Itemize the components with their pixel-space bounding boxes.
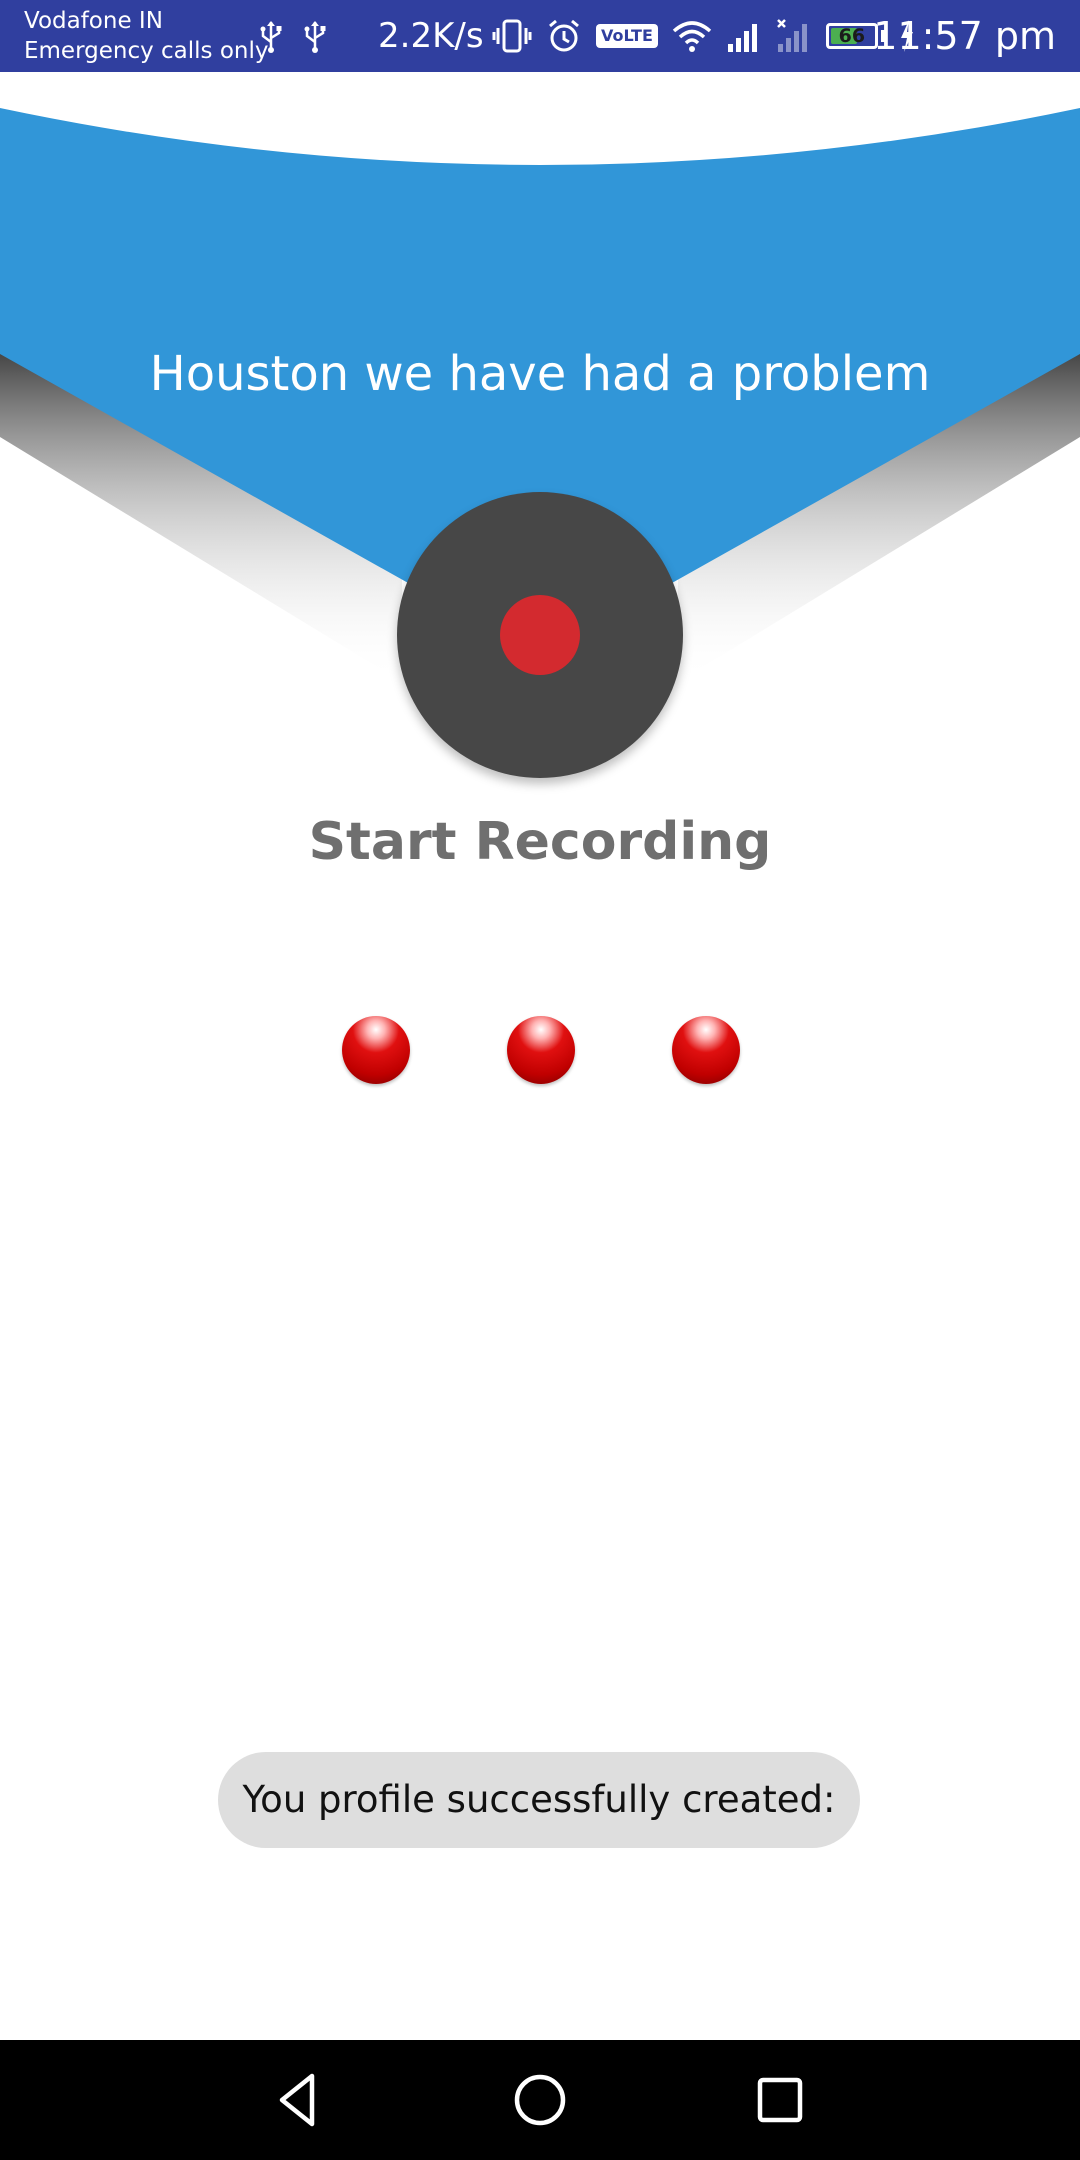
volte-icon: VoLTE <box>596 24 658 48</box>
battery-level: 66 <box>838 25 866 47</box>
clock: 11:57 pm <box>873 14 1056 58</box>
back-icon[interactable] <box>268 2068 332 2132</box>
signal-icon <box>727 24 757 52</box>
recording-indicator-dot <box>342 1016 410 1084</box>
record-icon <box>500 595 580 675</box>
status-bar: Vodafone IN Emergency calls only 2.2K/s <box>0 0 1080 72</box>
network-speed: 2.2K/s <box>378 16 484 56</box>
recents-icon[interactable] <box>748 2068 812 2132</box>
vibrate-icon <box>492 19 532 53</box>
start-recording-button[interactable] <box>397 492 683 778</box>
usb-icon <box>260 21 282 53</box>
wifi-icon <box>672 21 712 52</box>
toast-message: You profile successfully created: <box>218 1752 860 1848</box>
battery-icon: 66 <box>825 23 878 49</box>
start-recording-label: Start Recording <box>308 812 772 872</box>
home-icon[interactable] <box>508 2068 572 2132</box>
navigation-bar <box>0 2040 1080 2160</box>
banner-title: Houston we have had a problem <box>149 346 931 402</box>
alarm-icon <box>549 19 579 52</box>
usb-icons <box>258 20 328 54</box>
status-icons: VoLTE 66 <box>492 16 915 56</box>
carrier-name: Vodafone IN <box>24 8 163 34</box>
usb-icon <box>304 21 326 53</box>
carrier-info: Vodafone IN Emergency calls only <box>24 6 269 66</box>
no-signal-icon <box>777 19 807 52</box>
recording-indicator-dot <box>507 1016 575 1084</box>
emergency-calls-text: Emergency calls only <box>24 38 269 64</box>
recording-indicator-dot <box>672 1016 740 1084</box>
